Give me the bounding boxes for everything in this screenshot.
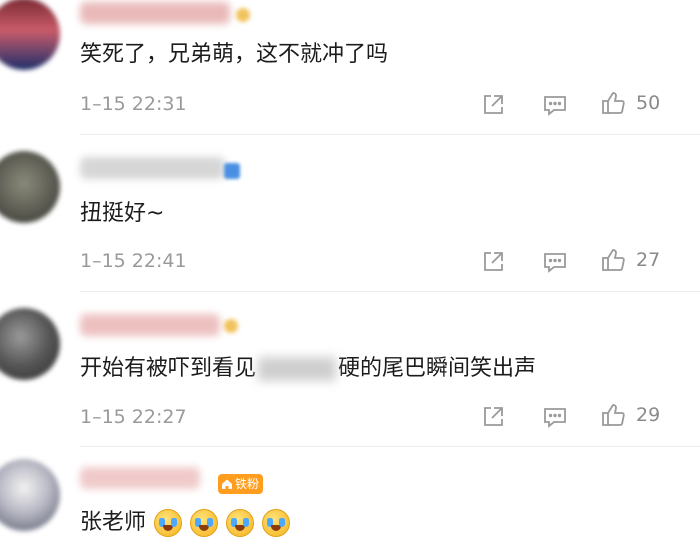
share-button[interactable] [480,249,506,275]
comment-text: 笑死了，兄弟萌，这不就冲了吗 [80,42,389,67]
fan-tag-label: 铁粉 [235,477,260,491]
comment-icon [544,96,566,116]
comment-text-part-1: 开始有被吓到看见 [80,356,257,381]
comment-text: 扭挺好~ [80,201,165,226]
like-count: 29 [636,404,661,426]
share-icon [484,95,503,114]
comment-time: 1–15 22:41 [80,250,187,272]
comment-item-1: 笑死了，兄弟萌，这不就冲了吗 1–15 22:31 50 [0,0,700,135]
username-blurred[interactable] [80,2,230,24]
share-icon [484,252,503,271]
comment-text: 张老师 [80,508,291,538]
like-button[interactable]: 29 [600,402,660,428]
verified-badge-icon [224,163,240,179]
comment-icon [544,253,566,273]
crying-emoji-icon [226,509,255,537]
comment-icon [544,408,566,428]
like-button[interactable]: 27 [600,247,660,273]
comment-item-2: 扭挺好~ 1–15 22:41 27 [0,135,700,292]
comment-time: 1–15 22:31 [80,93,187,115]
comment-text: 开始有被吓到看见 硬的尾巴瞬间笑出声 [80,354,536,384]
fan-tag-badge: 铁粉 [218,474,264,494]
reply-button[interactable] [542,92,568,118]
like-icon [602,249,625,271]
blurred-text [258,357,337,381]
avatar[interactable] [0,459,60,531]
crying-emoji-icon [190,509,219,537]
avatar[interactable] [0,308,60,380]
crying-emoji-icon [262,509,291,537]
like-button[interactable]: 50 [600,90,660,116]
crying-emoji-icon [154,509,183,537]
home-icon [222,479,232,489]
user-badge-icon [224,319,238,333]
share-icon [484,407,503,426]
comment-item-4: 铁粉 张老师 [0,447,700,540]
username-blurred[interactable] [80,157,225,179]
like-count: 50 [636,92,661,114]
comment-item-3: 开始有被吓到看见 硬的尾巴瞬间笑出声 1–15 22:27 29 [0,292,700,447]
like-count: 27 [636,249,661,271]
share-button[interactable] [480,404,506,430]
comment-text-part-1: 张老师 [80,510,147,535]
like-icon [602,404,625,426]
comment-text-part-2: 硬的尾巴瞬间笑出声 [338,356,537,381]
avatar[interactable] [0,0,60,70]
avatar[interactable] [0,151,60,223]
comment-time: 1–15 22:27 [80,406,187,428]
username-blurred[interactable] [80,314,220,336]
reply-button[interactable] [542,404,568,430]
reply-button[interactable] [542,249,568,275]
username-blurred[interactable] [80,467,200,489]
user-badge-icon [236,8,250,22]
share-button[interactable] [480,92,506,118]
like-icon [602,92,625,114]
